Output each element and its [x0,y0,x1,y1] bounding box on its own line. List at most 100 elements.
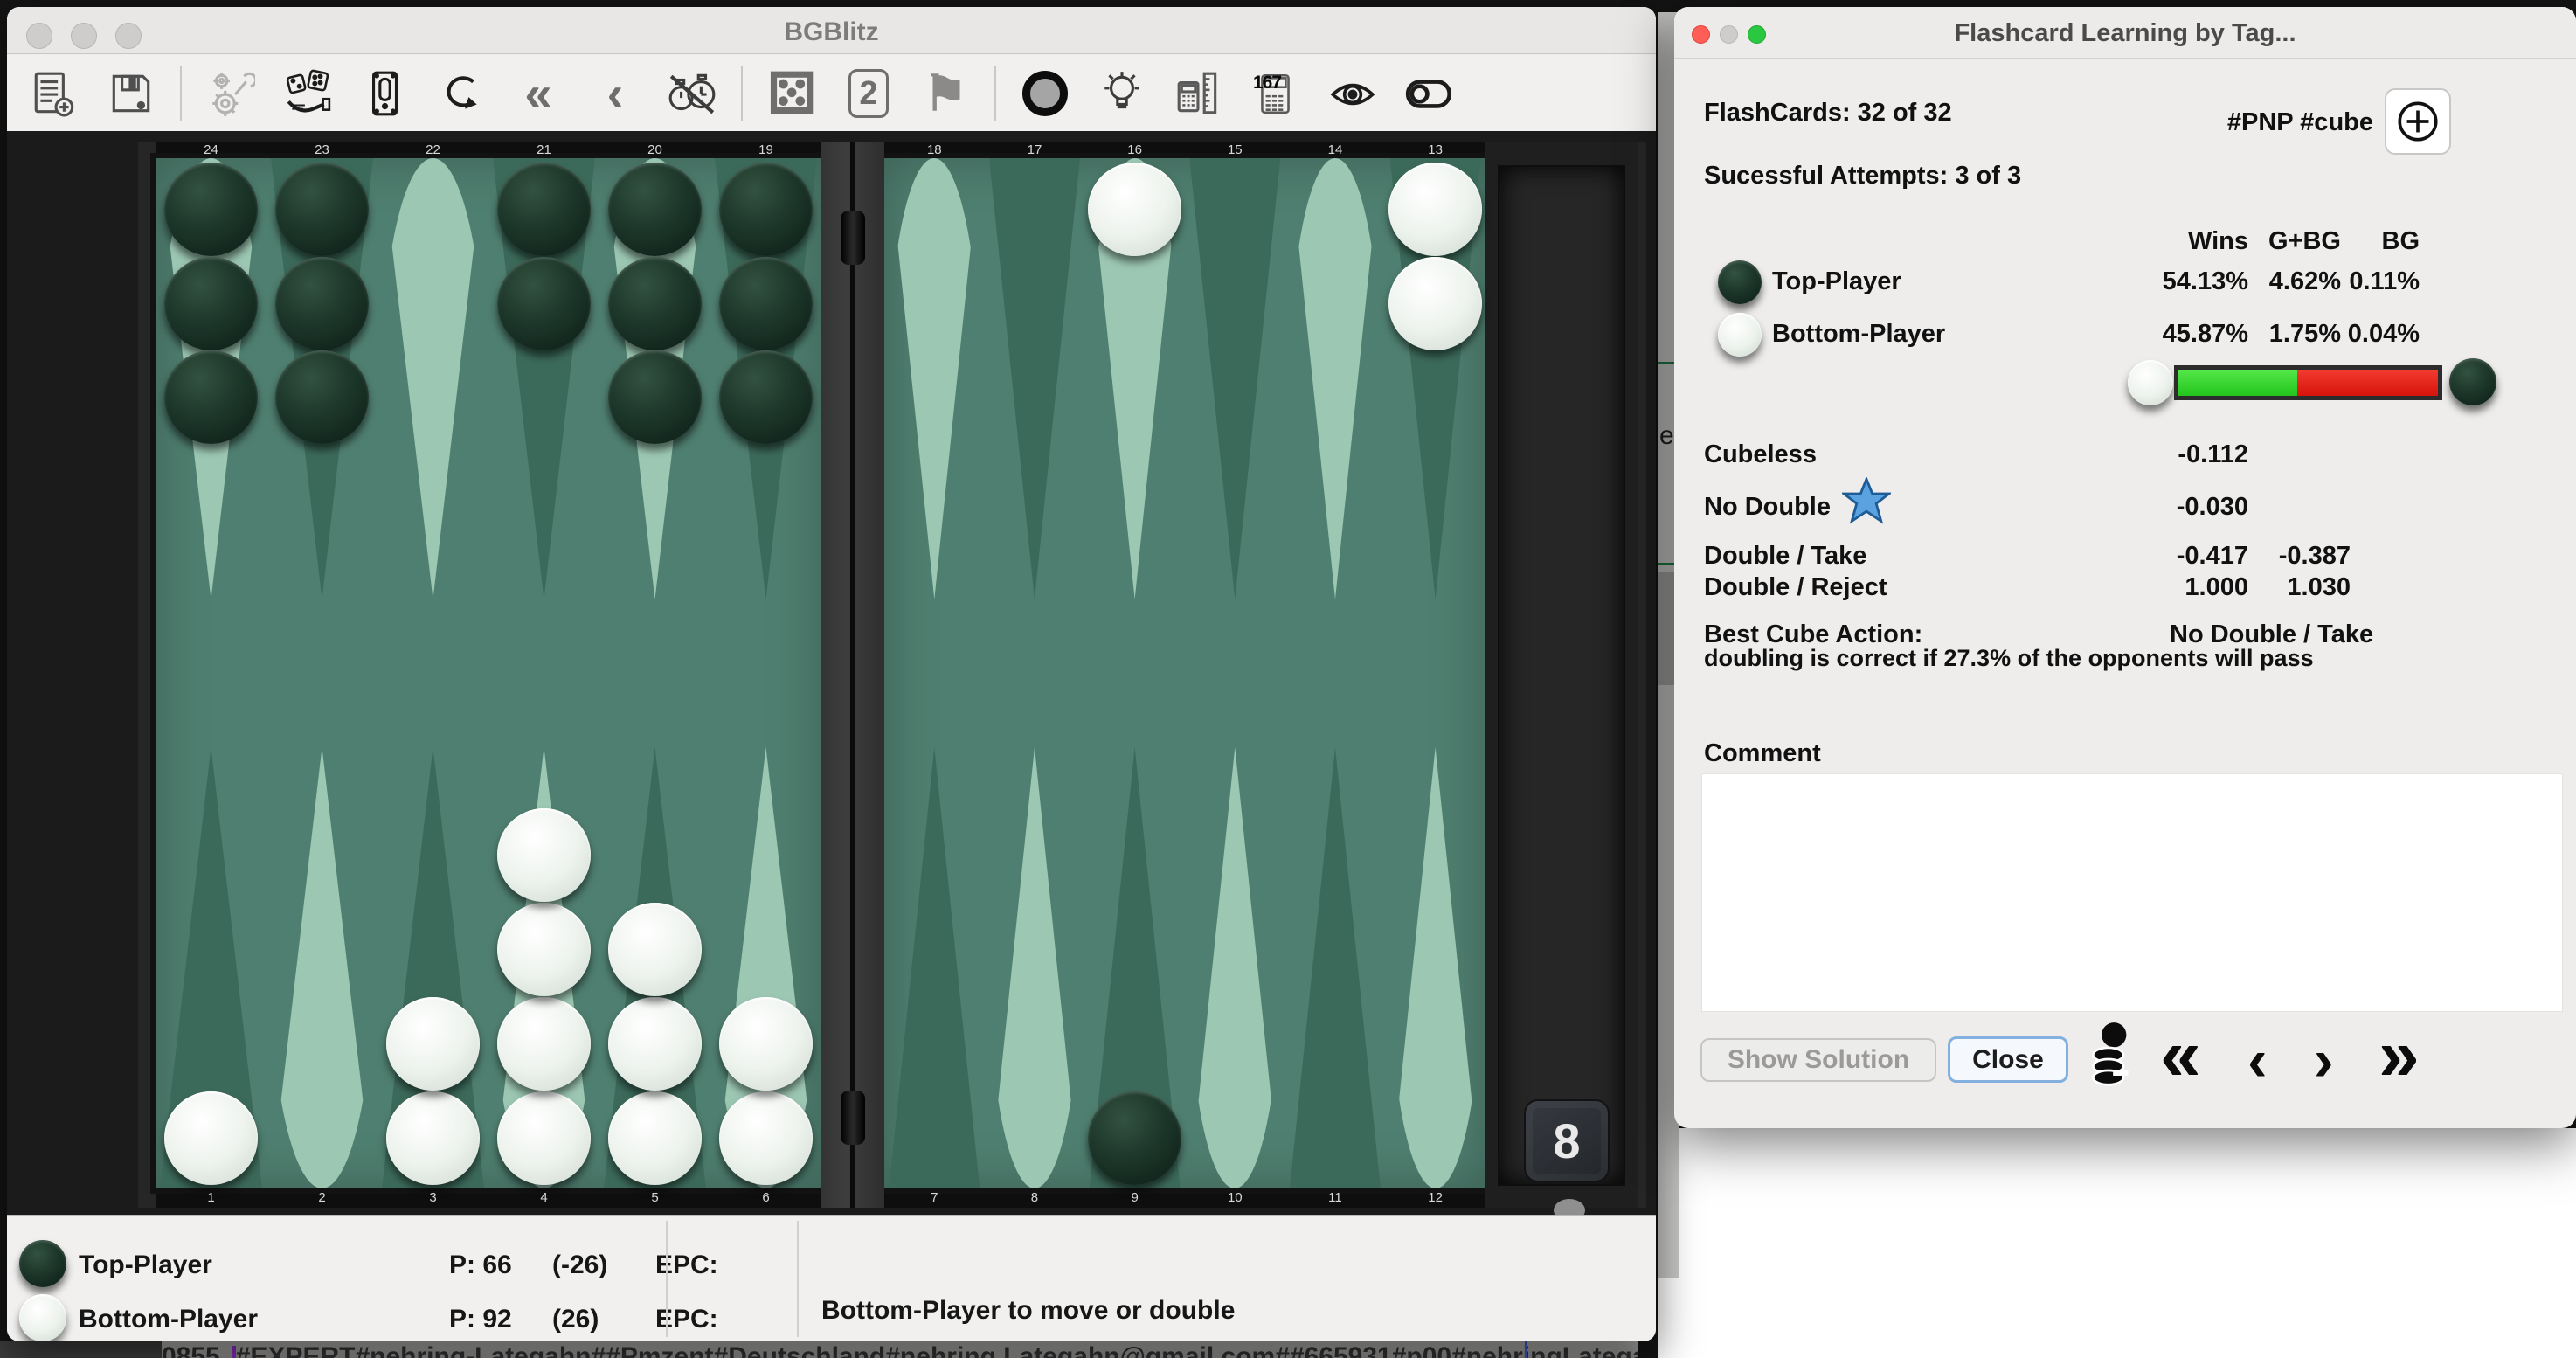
add-tag-button[interactable] [2385,88,2451,155]
turn-message: Bottom-Player to move or double [821,1296,1235,1326]
col-header-gbg: G+BG [2257,227,2341,256]
checker-light-point-4[interactable] [497,808,591,902]
checker-light-point-5[interactable] [608,1091,702,1185]
hinge-knob [841,211,865,265]
checker-stack-icon[interactable] [2082,1021,2140,1087]
checker-dark-point-19[interactable] [719,350,813,444]
settings-icon[interactable] [203,66,259,121]
last-card-button[interactable]: » [2379,1019,2420,1092]
checker-light-point-13[interactable] [1388,257,1482,350]
bar-left-checker-icon [2128,360,2173,405]
point-number-16: 16 [1127,142,1142,157]
checker-light-point-5[interactable] [608,997,702,1091]
close-button[interactable]: Close [1948,1036,2068,1083]
checker-dark-point-9[interactable] [1088,1091,1181,1185]
doubling-cube[interactable]: 8 [1524,1099,1610,1182]
analysis-icon[interactable] [1171,66,1227,121]
checker-dark-point-19[interactable] [719,163,813,256]
flashcards-count: FlashCards: 32 of 32 [1704,99,1952,128]
toggle-icon[interactable] [1402,66,1458,121]
checker-dark-point-24[interactable] [164,257,258,350]
eye-icon[interactable] [1325,66,1381,121]
switch-panel-icon[interactable] [357,66,412,121]
checker-light-point-4[interactable] [497,903,591,996]
checker-light-point-1[interactable] [164,1091,258,1185]
checker-tray [1485,142,1638,1208]
bottom-player-wins: 45.87% [2143,320,2248,349]
flashcard-titlebar[interactable]: Flashcard Learning by Tag... [1674,7,2576,59]
top-player-label: Top-Player [79,1251,212,1280]
checker-dark-point-20[interactable] [608,350,702,444]
star-icon [1842,477,1891,526]
window-title: BGBlitz [7,17,1656,47]
no-double-value: -0.030 [2143,493,2248,522]
point-number-22: 22 [426,142,440,157]
flag-icon[interactable]: ⚑ [918,66,973,121]
point-number-20: 20 [647,142,662,157]
bottom-player-pipcount: P: 92(26)EPC: [449,1305,718,1334]
background-dark-corner [0,1341,162,1358]
checker-light-point-4[interactable] [497,1091,591,1185]
desktop: e 0855#EXPERT#nehring-Lategahn##Pmzent#D… [0,0,2576,1358]
checker-dark-point-24[interactable] [164,350,258,444]
comment-input[interactable] [1701,773,2563,1012]
roll-dice-icon[interactable] [280,66,336,121]
backgammon-board[interactable]: 8 24232221201918171615141312345678910111… [7,131,1656,1215]
double-take-value2: -0.387 [2257,542,2351,571]
checker-light-point-3[interactable] [386,997,480,1091]
checker-light-point-3[interactable] [386,1091,480,1185]
checker-dark-point-19[interactable] [719,257,813,350]
checker-dark-point-24[interactable] [164,163,258,256]
checker-dark-point-20[interactable] [608,257,702,350]
hint-icon[interactable] [1094,66,1150,121]
point-number-14: 14 [1328,142,1343,157]
circle-plus-icon [2393,97,2442,146]
next-card-button[interactable]: › [2314,1024,2334,1098]
bgblitz-toolbar: « ‹ ⚄ 2 ⚑ [7,55,1656,132]
top-player-checker-icon [19,1240,66,1287]
checker-light-point-5[interactable] [608,903,702,996]
save-icon[interactable] [103,66,159,121]
top-player-gbg: 4.62% [2257,267,2341,296]
bottom-player-checker-icon [1718,313,1762,357]
dice-icon[interactable]: ⚄ [764,66,820,121]
undo-icon[interactable] [433,66,489,121]
checker-dark-point-21[interactable] [497,163,591,256]
top-player-checker-icon [1718,260,1762,304]
checker-light-point-16[interactable] [1088,163,1181,256]
point-number-5: 5 [651,1190,658,1205]
bottom-player-bg: 0.04% [2344,320,2420,349]
new-icon[interactable] [26,66,82,121]
no-clock-icon[interactable] [664,66,720,121]
first-card-button[interactable]: « [2160,1019,2201,1092]
checker-dark-point-23[interactable] [275,257,369,350]
toolbar-separator [741,66,743,121]
win-bar-red [2297,370,2438,396]
bottom-player-gbg: 1.75% [2257,320,2341,349]
point-numbers-top-left [156,142,821,158]
point-number-17: 17 [1028,142,1042,157]
sliver-text: e [1659,421,1674,451]
checker-dark-point-23[interactable] [275,163,369,256]
checker-light-point-6[interactable] [719,997,813,1091]
back-icon[interactable]: ‹ [587,66,643,121]
row-index: 0855 [162,1342,220,1358]
double-cube-icon[interactable]: 2 [841,66,897,121]
top-player-pipcount: P: 66(-26)EPC: [449,1251,718,1280]
checker-dark-point-21[interactable] [497,257,591,350]
checker-dark-point-23[interactable] [275,350,369,444]
point-number-4: 4 [540,1190,547,1205]
point-number-12: 12 [1428,1190,1443,1205]
checker-light-point-6[interactable] [719,1091,813,1185]
checker-light-point-4[interactable] [497,997,591,1091]
point-number-7: 7 [931,1190,938,1205]
bgblitz-titlebar[interactable]: BGBlitz [7,7,1656,54]
checker-light-point-13[interactable] [1388,163,1482,256]
show-solution-button[interactable]: Show Solution [1700,1038,1936,1082]
point-number-3: 3 [429,1190,436,1205]
pipcount-icon[interactable]: 167 [1248,66,1304,121]
checker-icon[interactable] [1017,66,1073,121]
previous-card-button[interactable]: ‹ [2247,1024,2268,1098]
fast-back-icon[interactable]: « [510,66,566,121]
checker-dark-point-20[interactable] [608,163,702,256]
